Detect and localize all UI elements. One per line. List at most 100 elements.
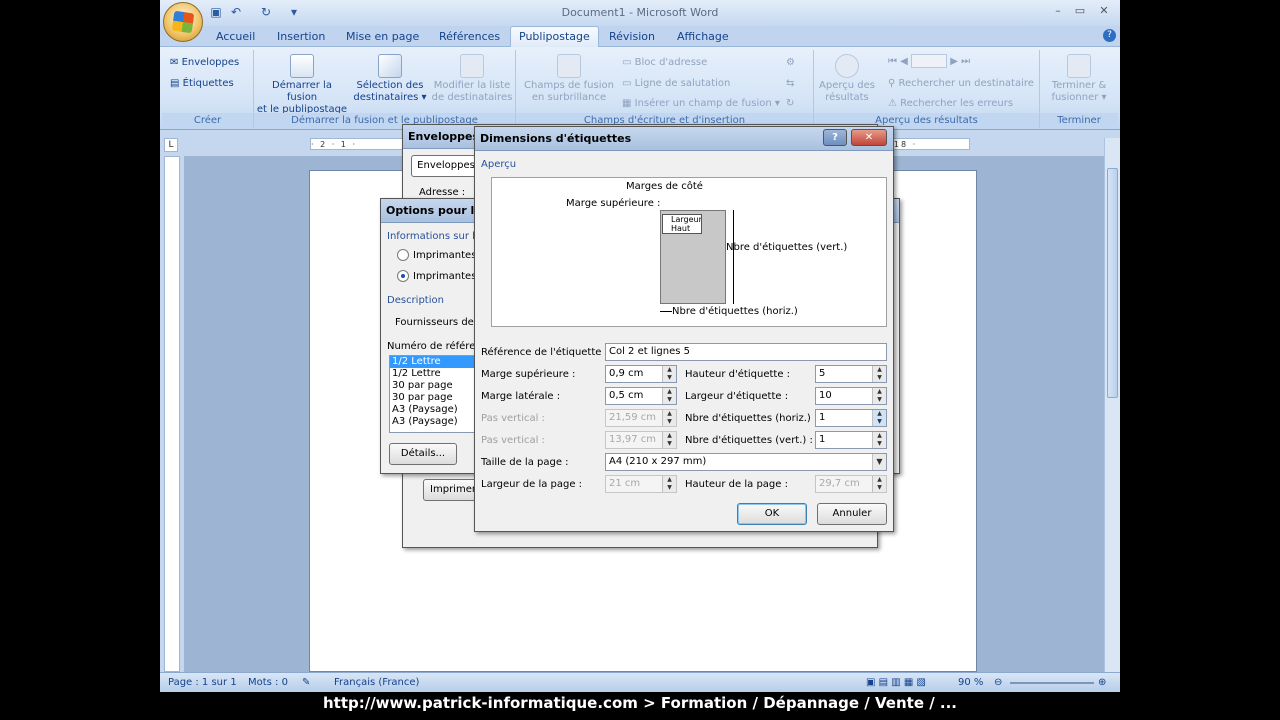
tab-envelopes[interactable]: Enveloppes [411, 155, 481, 177]
office-button[interactable] [163, 2, 203, 42]
spinner-icon[interactable]: ▲ ▼ [662, 366, 676, 382]
side-margin-input[interactable]: 0,5 cm ▲ ▼ [605, 387, 677, 405]
side-margins-caption: Marges de côté [626, 181, 703, 192]
help-icon[interactable]: ? [823, 129, 847, 146]
page-size-select[interactable]: A4 (210 x 297 mm) ▼ [605, 453, 887, 471]
find-errors-button[interactable]: ⚠ Rechercher les erreurs [888, 96, 1013, 112]
greeting-line-button[interactable]: ▭ Ligne de salutation [622, 76, 730, 92]
tab-references[interactable]: Références [431, 28, 508, 46]
tab-selector[interactable]: L [164, 138, 178, 152]
edit-recipient-list-button[interactable]: Modifier la liste de destinataires [430, 54, 514, 104]
zoom-slider[interactable] [1010, 682, 1094, 684]
finish-merge-button[interactable]: Terminer & fusionner ▾ [1042, 54, 1116, 104]
radio-continuous[interactable] [397, 249, 409, 261]
labels-button[interactable]: ▤ Étiquettes [170, 76, 234, 92]
spinner-icon[interactable]: ▲ ▼ [872, 410, 886, 426]
page-height-input[interactable]: 29,7 cm ▲ ▼ [815, 475, 887, 493]
page-width-input[interactable]: 21 cm ▲ ▼ [605, 475, 677, 493]
count-vert-caption: Nbre d'étiquettes (vert.) [726, 242, 848, 253]
tab-revision[interactable]: Révision [601, 28, 663, 46]
save-icon[interactable]: ▣ [208, 4, 224, 20]
description-section: Description [387, 295, 444, 306]
select-recipients-button[interactable]: Sélection des destinataires ▾ [350, 54, 430, 104]
spinner-icon[interactable]: ▲ ▼ [872, 476, 886, 492]
zoom-in-icon[interactable]: ⊕ [1098, 677, 1106, 688]
label-ref-input[interactable]: Col 2 et lignes 5 [605, 343, 887, 361]
group-creer: ✉ Enveloppes ▤ Étiquettes Créer [162, 50, 254, 128]
list-item[interactable]: 1/2 Lettre [390, 368, 478, 380]
product-list[interactable]: 1/2 Lettre 1/2 Lettre 30 par page 30 par… [389, 355, 479, 433]
customize-qat-icon[interactable]: ▾ [286, 4, 302, 20]
count-vert-input[interactable]: 1 ▲ ▼ [815, 431, 887, 449]
details-button[interactable]: Détails... [389, 443, 457, 465]
printer-info-section: Informations sur l'i [387, 231, 481, 242]
view-buttons[interactable]: ▣ ▤ ▥ ▦ ▧ [866, 677, 926, 688]
record-nav[interactable]: ⏮ ◀ ▶ ⏭ [888, 54, 970, 70]
scroll-thumb[interactable] [1107, 168, 1118, 398]
tab-insertion[interactable]: Insertion [269, 28, 333, 46]
dropdown-arrow-icon[interactable]: ▼ [872, 454, 886, 470]
spinner-icon[interactable]: ▲ ▼ [872, 432, 886, 448]
tab-publipostage[interactable]: Publipostage [510, 26, 599, 47]
list-item[interactable]: 1/2 Lettre [390, 356, 478, 368]
radio-page-printers[interactable] [397, 270, 409, 282]
vertical-scrollbar[interactable] [1104, 138, 1120, 672]
label-height-input[interactable]: 5 ▲ ▼ [815, 365, 887, 383]
cancel-button[interactable]: Annuler [817, 503, 887, 525]
close-icon[interactable]: ✕ [851, 129, 887, 146]
label-preview-diagram: Marges de côté Marge supérieure : Largeu… [491, 177, 887, 327]
insert-merge-field-button[interactable]: ▦ Insérer un champ de fusion ▾ [622, 96, 780, 112]
match-fields-button[interactable]: ⇆ [786, 76, 794, 92]
tab-accueil[interactable]: Accueil [208, 28, 263, 46]
zoom-out-icon[interactable]: ⊖ [994, 677, 1002, 688]
find-recipient-button[interactable]: ⚲ Rechercher un destinataire [888, 76, 1034, 92]
spinner-icon[interactable]: ▲ ▼ [662, 432, 676, 448]
zoom-level[interactable]: 90 % [958, 677, 983, 688]
minimize-icon[interactable]: – [1048, 3, 1068, 19]
label-ref-label: Référence de l'étiquette : [481, 347, 608, 358]
close-icon[interactable]: ✕ [1094, 3, 1114, 19]
label-height-label: Hauteur d'étiquette : [685, 369, 791, 380]
redo-icon[interactable]: ↻ [258, 4, 274, 20]
spinner-icon[interactable]: ▲ ▼ [662, 388, 676, 404]
undo-icon[interactable]: ↶ [228, 4, 244, 20]
rules-button[interactable]: ⚙ [786, 55, 795, 71]
vendors-label: Fournisseurs des [395, 317, 480, 328]
spinner-icon[interactable]: ▲ ▼ [662, 476, 676, 492]
tab-affichage[interactable]: Affichage [669, 28, 737, 46]
tab-mise-en-page[interactable]: Mise en page [338, 28, 427, 46]
page-count[interactable]: Page : 1 sur 1 [168, 677, 237, 688]
spelling-icon[interactable]: ✎ [302, 677, 310, 688]
envelopes-button[interactable]: ✉ Enveloppes [170, 55, 239, 71]
address-block-button[interactable]: ▭ Bloc d'adresse [622, 55, 707, 71]
edit-list-icon [460, 54, 484, 78]
count-horiz-input[interactable]: 1 ▲ ▼ [815, 409, 887, 427]
ribbon: ✉ Enveloppes ▤ Étiquettes Créer Démarrer… [160, 46, 1120, 130]
update-labels-button[interactable]: ↻ [786, 96, 794, 112]
maximize-icon[interactable]: ▭ [1070, 3, 1090, 19]
top-margin-input[interactable]: 0,9 cm ▲ ▼ [605, 365, 677, 383]
office-logo-icon [171, 10, 195, 34]
address-label: Adresse : [419, 187, 466, 198]
help-icon[interactable]: ? [1103, 29, 1116, 42]
list-item[interactable]: 30 par page [390, 380, 478, 392]
spinner-icon[interactable]: ▲ ▼ [872, 366, 886, 382]
list-item[interactable]: 30 par page [390, 392, 478, 404]
preview-section: Aperçu [481, 159, 517, 170]
list-item[interactable]: A3 (Paysage) [390, 404, 478, 416]
spinner-icon[interactable]: ▲ ▼ [872, 388, 886, 404]
horiz-pitch-input[interactable]: 13,97 cm ▲ ▼ [605, 431, 677, 449]
spinner-icon[interactable]: ▲ ▼ [662, 410, 676, 426]
ok-button[interactable]: OK [737, 503, 807, 525]
list-item[interactable]: A3 (Paysage) [390, 416, 478, 428]
language[interactable]: Français (France) [334, 677, 419, 688]
page-height-label: Hauteur de la page : [685, 479, 788, 490]
word-count[interactable]: Mots : 0 [248, 677, 288, 688]
vertical-count-arrow [733, 210, 734, 304]
preview-results-button[interactable]: Aperçu des résultats [816, 54, 878, 104]
group-champs: Champs de fusion en surbrillance ▭ Bloc d… [516, 50, 814, 128]
highlight-fields-button[interactable]: Champs de fusion en surbrillance [520, 54, 618, 104]
label-width-input[interactable]: 10 ▲ ▼ [815, 387, 887, 405]
vert-pitch-input[interactable]: 21,59 cm ▲ ▼ [605, 409, 677, 427]
side-margin-label: Marge latérale : [481, 391, 561, 402]
